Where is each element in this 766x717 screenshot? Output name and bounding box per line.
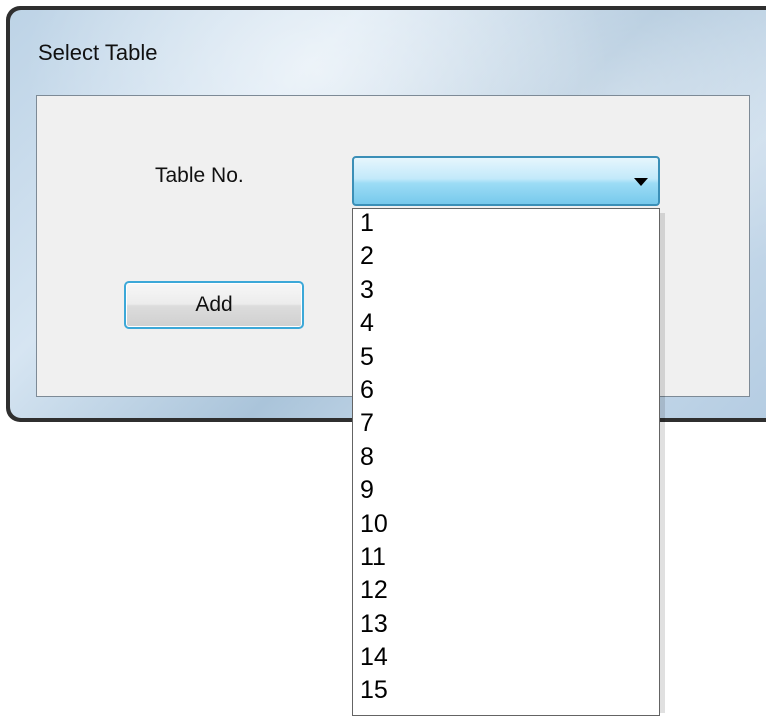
dropdown-option[interactable]: 6 xyxy=(353,376,659,409)
dropdown-option[interactable]: 12 xyxy=(353,576,659,609)
screen: Select Table Table No. Add 1 2 3 4 5 6 7… xyxy=(0,0,766,717)
dropdown-option[interactable]: 11 xyxy=(353,543,659,576)
dropdown-option[interactable]: 13 xyxy=(353,610,659,643)
dropdown-option[interactable]: 10 xyxy=(353,510,659,543)
dropdown-option[interactable]: 15 xyxy=(353,676,659,709)
window-title: Select Table xyxy=(38,40,158,65)
chevron-down-icon[interactable] xyxy=(634,178,648,186)
dropdown-option[interactable]: 1 xyxy=(353,209,659,242)
dropdown-option[interactable]: 5 xyxy=(353,343,659,376)
dropdown-option[interactable]: 8 xyxy=(353,443,659,476)
dropdown-option[interactable]: 3 xyxy=(353,276,659,309)
dropdown-option[interactable]: 9 xyxy=(353,476,659,509)
table-number-label: Table No. xyxy=(155,164,244,187)
dropdown-option[interactable]: 2 xyxy=(353,242,659,275)
add-button[interactable]: Add xyxy=(124,281,304,329)
dropdown-option[interactable]: 4 xyxy=(353,309,659,342)
dropdown-option[interactable]: 14 xyxy=(353,643,659,676)
table-number-dropdown-list[interactable]: 1 2 3 4 5 6 7 8 9 10 11 12 13 14 15 xyxy=(352,208,665,716)
table-number-combobox[interactable] xyxy=(352,156,660,206)
dropdown-option[interactable]: 7 xyxy=(353,409,659,442)
